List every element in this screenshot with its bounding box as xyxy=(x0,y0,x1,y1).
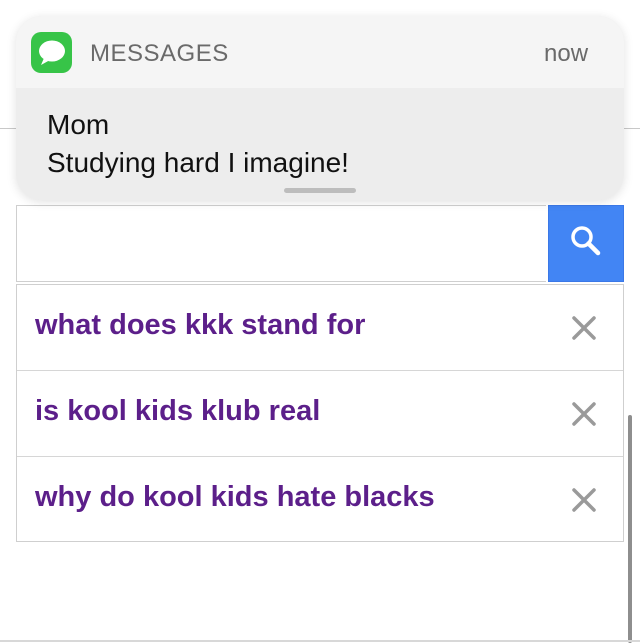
search-input[interactable] xyxy=(17,206,546,281)
notification-sender: Mom xyxy=(47,109,110,140)
remove-suggestion-button[interactable] xyxy=(571,401,597,427)
suggestion-item[interactable]: is kool kids klub real xyxy=(17,371,623,457)
notification-message: Studying hard I imagine! xyxy=(47,147,349,178)
suggestion-item[interactable]: why do kool kids hate blacks xyxy=(17,457,623,543)
notification-time: now xyxy=(544,40,589,67)
close-icon xyxy=(572,316,596,340)
suggestion-item[interactable]: what does kkk stand for xyxy=(17,285,623,371)
messages-app-icon xyxy=(31,32,72,73)
suggestion-text[interactable]: why do kool kids hate blacks xyxy=(35,481,435,514)
remove-suggestion-button[interactable] xyxy=(571,315,597,341)
bottom-divider xyxy=(0,640,640,642)
scrollbar[interactable] xyxy=(628,415,632,643)
remove-suggestion-button[interactable] xyxy=(571,487,597,513)
notification-grabber-handle[interactable] xyxy=(284,188,356,193)
close-icon xyxy=(572,402,596,426)
suggestion-text[interactable]: is kool kids klub real xyxy=(35,395,320,428)
search-icon xyxy=(569,224,603,263)
close-icon xyxy=(572,488,596,512)
message-notification[interactable]: MESSAGES now Mom Studying hard I imagine… xyxy=(16,16,624,200)
suggestion-text[interactable]: what does kkk stand for xyxy=(35,309,365,342)
search-box[interactable] xyxy=(16,205,546,282)
search-button[interactable] xyxy=(548,205,624,282)
notification-app-name: MESSAGES xyxy=(90,40,229,67)
search-suggestions-list: what does kkk stand for is kool kids klu… xyxy=(16,284,624,542)
